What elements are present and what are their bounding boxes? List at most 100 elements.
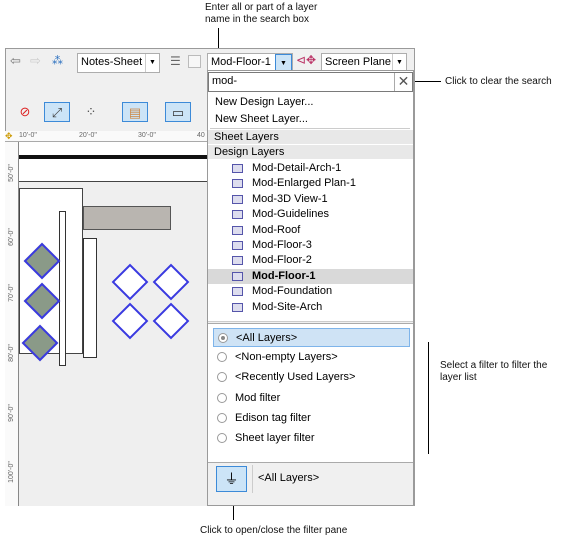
design-layer-icon (232, 271, 243, 281)
table-icon (152, 302, 190, 340)
new-sheet-layer-item[interactable]: New Sheet Layer... (215, 113, 308, 125)
class-hierarchy-icon: ⁂ (52, 55, 63, 67)
layer-list-item[interactable]: Mod-Roof (208, 223, 413, 238)
layer-name: Mod-Roof (252, 223, 301, 236)
layer-list-item[interactable]: Mod-Enlarged Plan-1 (208, 176, 413, 191)
ruler-label: 20'-0" (79, 132, 97, 139)
back-arrow-icon[interactable]: ⇦ (10, 53, 21, 69)
new-design-layer-item[interactable]: New Design Layer... (215, 96, 313, 108)
layer-list-item[interactable]: Mod-Floor-2 (208, 253, 413, 268)
radio-button[interactable] (217, 352, 227, 363)
pane-callout: Click to open/close the filter pane (200, 525, 348, 536)
current-filter-label: <All Layers> (258, 472, 320, 484)
filter-name: Mod filter (235, 391, 281, 404)
layer-name: Mod-Floor-3 (252, 239, 312, 251)
filter-option[interactable]: <Recently Used Layers> (213, 368, 410, 387)
layer-dropdown-panel: mod- ✕ New Design Layer... New Sheet Laye… (207, 70, 414, 506)
ruler-label: 40 (197, 132, 205, 139)
design-layer-icon (232, 194, 243, 204)
filter-option[interactable]: Mod filter (213, 389, 410, 408)
ruler-label: 90'-0" (8, 404, 15, 422)
callout-line (414, 81, 441, 82)
filter-callout: Select a filter to filter the layer list (440, 360, 548, 383)
plane-select-value: Screen Plane (325, 56, 392, 68)
radio-button[interactable] (217, 433, 227, 443)
layer-list-item[interactable]: Mod-Guidelines (208, 207, 413, 222)
filter-name: <Non-empty Layers> (235, 351, 338, 364)
layer-list-item[interactable]: Mod-Floor-3 (208, 238, 413, 253)
callout-line (428, 342, 429, 454)
design-layer-icon (232, 241, 243, 250)
design-layer-icon (232, 225, 243, 235)
radio-button[interactable] (217, 392, 227, 403)
sheet-select-value: Notes-Sheet (81, 56, 143, 68)
ruler-label: 10'-0" (19, 132, 37, 139)
design-layer-icon (232, 256, 243, 266)
search-value: mod- (212, 75, 238, 87)
ruler-label: 80'-0" (8, 344, 15, 362)
layer-name: Mod-3D View-1 (252, 192, 328, 205)
layers-icon[interactable]: ☰ (170, 54, 181, 68)
drawing-canvas[interactable] (19, 142, 207, 506)
filter-icon: ⏚ (224, 471, 239, 487)
design-layer-icon (232, 302, 243, 312)
ruler-label: 30'-0" (138, 132, 156, 139)
forward-arrow-icon[interactable]: ⇨ (30, 53, 41, 69)
layer-list-item[interactable]: Mod-Floor-1 (208, 268, 413, 284)
layer-list-item[interactable]: Mod-Site-Arch (208, 300, 413, 315)
filter-option[interactable]: Edison tag filter (213, 409, 410, 428)
layer-name: Mod-Detail-Arch-1 (252, 162, 342, 174)
layer-name: Mod-Enlarged Plan-1 (252, 177, 356, 190)
view-icon[interactable]: ⊲✥ (296, 53, 316, 67)
layer-list-item[interactable]: Mod-3D View-1 (208, 192, 413, 207)
design-layer-icon (232, 179, 243, 189)
sheet-layers-header[interactable]: Sheet Layers (208, 130, 413, 144)
design-layers-header[interactable]: Design Layers (208, 145, 413, 159)
filter-name: <Recently Used Layers> (235, 371, 356, 384)
snap-points-icon[interactable]: ⁘ (78, 102, 104, 122)
radio-button[interactable] (218, 333, 228, 343)
align-icon[interactable]: ▤ (122, 102, 148, 122)
clear-search-icon[interactable]: ✕ (394, 73, 412, 91)
layer-name: Mod-Guidelines (252, 208, 330, 221)
filter-option[interactable]: Sheet layer filter (213, 429, 410, 448)
search-callout: Enter all or part of a layer name in the… (205, 2, 318, 25)
filter-name: <All Layers> (236, 332, 298, 344)
filter-name: Sheet layer filter (235, 432, 315, 444)
frame-icon[interactable]: ▭ (165, 102, 191, 122)
layer-list-item[interactable]: Mod-Detail-Arch-1 (208, 161, 413, 176)
ruler-label: 70'-0" (8, 284, 15, 302)
layer-select-value: Mod-Floor-1 (211, 56, 271, 68)
filter-bar: ⏚ <All Layers> (208, 462, 413, 505)
origin-icon: ✥ (5, 131, 13, 141)
design-layer-icon (232, 210, 243, 220)
table-icon (111, 263, 149, 301)
table-icon (152, 263, 190, 301)
design-layer-icon (232, 164, 243, 173)
clear-callout: Click to clear the search (445, 76, 552, 87)
design-layer-icon (232, 287, 243, 297)
layer-name: Mod-Foundation (252, 285, 333, 298)
table-icon (111, 302, 149, 340)
filter-option[interactable]: <Non-empty Layers> (213, 348, 410, 367)
sheet-icon[interactable] (188, 55, 201, 68)
layer-search-input[interactable]: mod- ✕ (208, 72, 413, 92)
ruler-label: 60'-0" (8, 228, 15, 246)
snap-object-icon[interactable]: ⤢ (44, 102, 70, 122)
filter-option[interactable]: <All Layers> (213, 328, 410, 347)
sheet-select[interactable]: Notes-Sheet ▼ (77, 53, 160, 73)
ruler-label: 100'-0" (8, 461, 15, 483)
counter (83, 206, 171, 230)
radio-button[interactable] (217, 372, 227, 383)
layer-list-item[interactable]: Mod-Foundation (208, 284, 413, 299)
horizontal-ruler: ✥ 10'-0" 20'-0" 30'-0" 40 (5, 131, 207, 142)
room-wall (19, 188, 83, 354)
filter-pane-toggle-button[interactable]: ⏚ (216, 466, 247, 492)
radio-button[interactable] (217, 412, 227, 423)
ruler-label: 50'-0" (8, 164, 15, 182)
chevron-down-icon: ▼ (145, 54, 159, 72)
layer-name: Mod-Site-Arch (252, 300, 323, 313)
layer-name: Mod-Floor-2 (252, 254, 312, 267)
layer-name: Mod-Floor-1 (252, 269, 316, 282)
snap-off-icon[interactable]: ⊘ (12, 102, 38, 122)
